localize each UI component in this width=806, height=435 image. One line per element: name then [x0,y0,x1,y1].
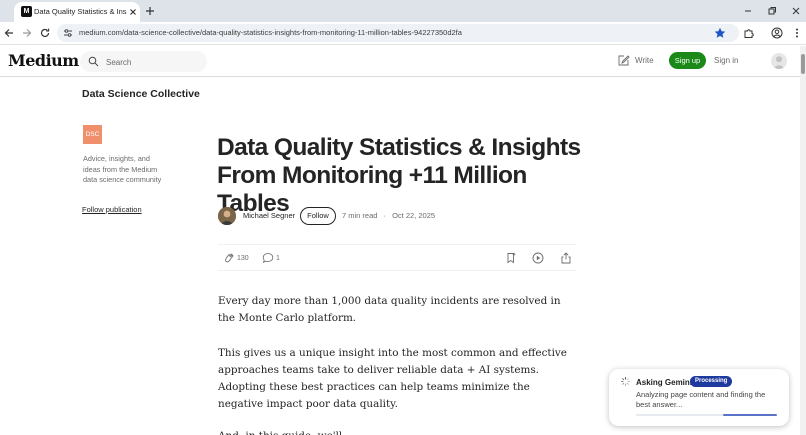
article-meta: 7 min read · Oct 22, 2025 [342,211,435,221]
article-paragraph: Every day more than 1,000 data quality i… [218,295,561,324]
reload-icon[interactable] [39,27,51,39]
restore-icon[interactable] [766,5,778,17]
tab-title: Data Quality Statistics & Insights [34,7,127,16]
address-bar[interactable]: medium.com/data-science-collective/data-… [57,24,739,42]
page-scrollbar[interactable] [800,46,806,435]
article-paragraph: This gives us a unique insight into the … [218,347,567,410]
browser-toolbar: medium.com/data-science-collective/data-… [0,22,806,45]
publication-name[interactable]: Data Science Collective [82,87,200,101]
close-tab-icon[interactable] [128,6,138,18]
clap-icon[interactable] [223,252,235,264]
browser-tab-bar: M Data Quality Statistics & Insights [0,0,806,22]
search-input[interactable] [106,56,201,68]
back-arrow-icon[interactable] [3,27,15,39]
share-icon[interactable] [560,252,572,264]
sign-up-button[interactable]: Sign up [669,52,706,69]
search-box[interactable] [80,51,207,72]
minimize-icon[interactable] [742,5,754,17]
response-count: 1 [276,255,280,262]
article-action-bar: 130 1 [218,244,576,271]
publish-date: Oct 22, 2025 [392,211,436,220]
gemini-title: Asking Gemini [636,378,693,387]
search-icon [88,56,99,67]
anonymous-avatar-icon[interactable] [771,53,787,69]
bookmark-star-icon[interactable] [714,27,726,39]
bookmark-add-icon[interactable] [505,252,517,264]
gemini-status-text: Analyzing page content and finding the b… [636,390,766,409]
gemini-progress-bar [636,414,777,416]
profile-icon[interactable] [771,27,783,39]
site-header: Medium Write Sign up Sign in [0,46,800,77]
author-name[interactable]: Michael Segner [243,211,295,221]
extensions-icon[interactable] [743,27,755,39]
gemini-assistant-popup[interactable]: Asking Gemini Processing Analyzing page … [609,369,789,426]
site-info-icon[interactable] [63,28,73,38]
publication-description: Advice, insights, and ideas from the Med… [83,154,162,184]
follow-publication-link[interactable]: Follow publication [82,205,142,215]
clap-count: 130 [237,255,249,262]
write-pen-icon [617,54,630,67]
listen-play-icon[interactable] [532,252,544,264]
response-bubble-icon[interactable] [262,252,274,264]
loading-spinner-icon [621,377,630,386]
article-paragraph: And, in this guide, we'll... [218,428,576,435]
browser-menu-icon[interactable] [791,27,803,39]
new-tab-icon[interactable] [144,5,156,17]
follow-author-button[interactable]: Follow [300,207,336,225]
read-time: 7 min read [342,211,378,220]
sign-in-link[interactable]: Sign in [714,55,738,67]
forward-arrow-icon[interactable] [21,27,33,39]
meta-separator: · [383,211,387,220]
gemini-progress-fill [723,414,777,416]
processing-badge: Processing [690,376,733,387]
close-window-icon[interactable] [790,5,802,17]
write-label: Write [635,56,654,65]
scrollbar-thumb[interactable] [801,54,805,74]
article-title: Data Quality Statistics & Insights From … [217,134,581,217]
medium-logo[interactable]: Medium [8,51,79,71]
url-text: medium.com/data-science-collective/data-… [79,28,462,37]
medium-favicon-icon: M [21,6,32,17]
publication-logo[interactable]: DSC [83,125,102,144]
browser-tab[interactable]: M Data Quality Statistics & Insights [14,2,140,22]
author-avatar[interactable] [218,207,236,225]
